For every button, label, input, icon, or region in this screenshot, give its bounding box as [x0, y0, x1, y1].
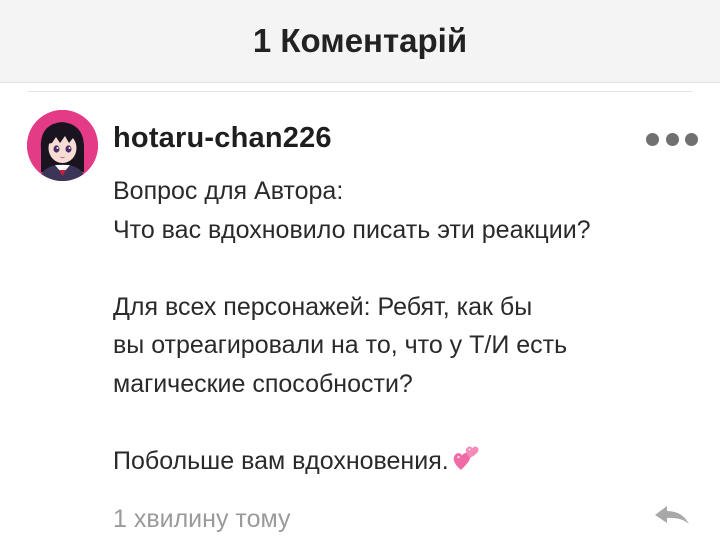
comment-line: Вопрос для Автора: — [113, 177, 344, 205]
more-options-icon — [646, 132, 659, 146]
comment-line-text: Побольше вам вдохновения. — [113, 446, 449, 475]
comment-line: вы отреагировали на то, что у Т/И есть — [113, 331, 568, 359]
more-options-icon-dot — [665, 132, 679, 146]
comments-header: 1 Коментарій — [0, 0, 720, 83]
comment-line: Что вас вдохновило писать эти реакции? — [113, 215, 591, 244]
username[interactable]: hotaru-chan226 — [113, 122, 332, 155]
avatar-image — [27, 110, 98, 181]
comment-line — [113, 249, 693, 288]
divider — [28, 91, 692, 92]
two-hearts-icon — [451, 443, 483, 485]
comment-line-last: Побольше вам вдохновения. — [113, 442, 693, 485]
comment-timestamp: 1 хвилину тому — [113, 505, 291, 533]
comment-line: магические способности? — [113, 369, 413, 398]
comment-line: Для всех персонажей: Ребят, как бы — [113, 292, 533, 321]
reply-icon — [655, 506, 689, 524]
more-options-button[interactable] — [646, 126, 698, 152]
comment-text: Вопрос для Автора: Что вас вдохновило пи… — [113, 172, 693, 484]
more-options-icon-dot — [685, 132, 698, 146]
reply-button[interactable] — [652, 500, 692, 530]
comment-line — [113, 403, 693, 442]
comments-count-title: 1 Коментарій — [252, 22, 468, 59]
avatar[interactable] — [27, 110, 98, 181]
